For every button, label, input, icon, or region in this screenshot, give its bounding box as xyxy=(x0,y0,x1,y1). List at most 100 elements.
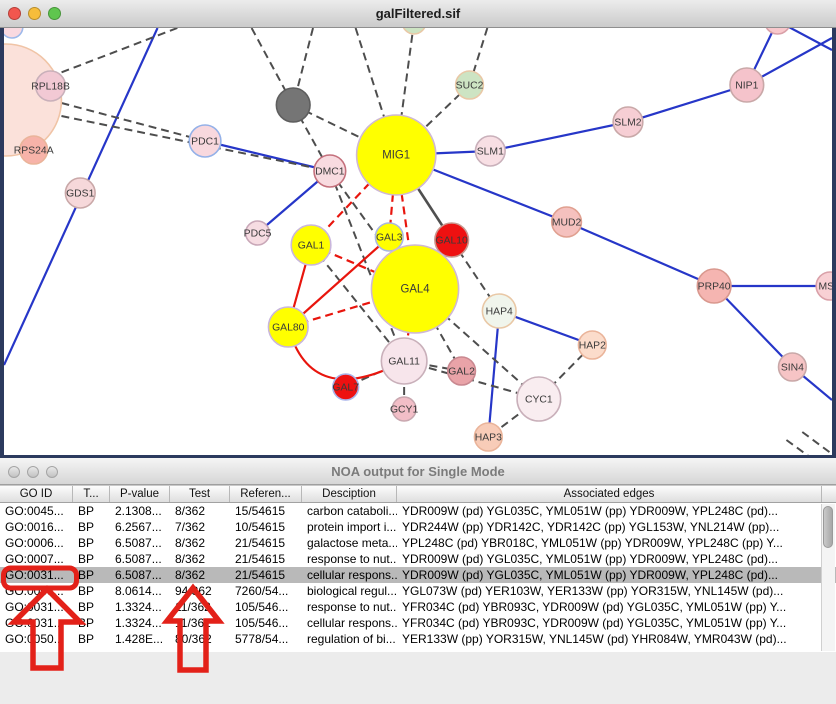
noa-window-titlebar[interactable]: NOA output for Single Mode xyxy=(0,458,836,485)
table-cell[interactable]: 10/54615 xyxy=(230,519,302,535)
table-row[interactable]: GO:0065...BP8.0614...94/3627260/54...bio… xyxy=(0,583,836,599)
graph-node-GAL4[interactable]: GAL4 xyxy=(371,245,458,333)
table-cell[interactable]: response to nut... xyxy=(302,551,397,567)
table-row[interactable]: GO:0031...BP1.3324...11/362105/546...cel… xyxy=(0,615,836,631)
table-cell[interactable]: GO:0031... xyxy=(0,615,73,631)
graph-node-DMC1[interactable]: DMC1 xyxy=(314,155,346,187)
table-cell[interactable]: cellular respons... xyxy=(302,615,397,631)
table-cell[interactable]: BP xyxy=(73,599,110,615)
table-cell[interactable]: 1.3324... xyxy=(110,615,170,631)
vertical-scrollbar[interactable] xyxy=(821,504,835,651)
graph-node-HAP3[interactable]: HAP3 xyxy=(474,423,502,451)
table-row[interactable]: GO:0031...BP1.3324...11/362105/546...res… xyxy=(0,599,836,615)
table-row[interactable]: GO:0045...BP2.1308...8/36215/54615carbon… xyxy=(0,503,836,519)
table-row[interactable]: GO:0006...BP6.5087...8/36221/54615galact… xyxy=(0,535,836,551)
table-cell[interactable]: protein import i... xyxy=(302,519,397,535)
table-cell[interactable]: BP xyxy=(73,583,110,599)
table-cell[interactable]: 7/362 xyxy=(170,519,230,535)
table-cell[interactable]: 80/362 xyxy=(170,631,230,647)
graph-node-GAL1[interactable]: GAL1 xyxy=(291,225,331,265)
table-cell[interactable]: 8/362 xyxy=(170,535,230,551)
table-cell[interactable]: GO:0045... xyxy=(0,503,73,519)
table-cell[interactable]: 11/362 xyxy=(170,599,230,615)
table-cell[interactable]: 11/362 xyxy=(170,615,230,631)
graph-node-GDS1[interactable]: GDS1 xyxy=(65,178,95,208)
table-cell[interactable]: 21/54615 xyxy=(230,567,302,583)
graph-node-GAL11[interactable]: GAL11 xyxy=(381,338,427,384)
graph-node-pinkpartial[interactable] xyxy=(765,28,791,34)
table-cell[interactable]: YDR009W (pd) YGL035C, YML051W (pp) YDR00… xyxy=(397,567,822,583)
table-cell[interactable]: BP xyxy=(73,567,110,583)
graph-node-PDC1[interactable]: PDC1 xyxy=(189,125,221,157)
graph-node-GAL2[interactable]: GAL2 xyxy=(448,357,476,385)
graph-node-HAP2[interactable]: HAP2 xyxy=(578,331,606,359)
table-cell[interactable]: response to nut... xyxy=(302,599,397,615)
table-cell[interactable]: 8/362 xyxy=(170,551,230,567)
table-cell[interactable]: 6.5087... xyxy=(110,567,170,583)
graph-window-titlebar[interactable]: galFiltered.sif xyxy=(0,0,836,28)
graph-node-GAL80[interactable]: GAL80 xyxy=(268,307,308,347)
graph-node-GCY1[interactable]: GCY1 xyxy=(390,397,418,421)
table-cell[interactable]: GO:0007... xyxy=(0,551,73,567)
graph-node-graynode[interactable] xyxy=(276,88,310,122)
table-cell[interactable]: YER133W (pp) YOR315W, YNL145W (pd) YHR08… xyxy=(397,631,822,647)
column-header-associated-edges[interactable]: Associated edges xyxy=(397,486,822,502)
column-header-p-value[interactable]: P-value xyxy=(110,486,170,502)
graph-node-SIN4[interactable]: SIN4 xyxy=(779,353,807,381)
table-cell[interactable]: biological regul... xyxy=(302,583,397,599)
column-header-go-id[interactable]: GO ID xyxy=(0,486,73,502)
table-cell[interactable]: BP xyxy=(73,503,110,519)
graph-node-partial-topleft[interactable] xyxy=(4,28,23,38)
column-header-test[interactable]: Test xyxy=(170,486,230,502)
table-cell[interactable]: 1.3324... xyxy=(110,599,170,615)
table-cell[interactable]: GO:0006... xyxy=(0,535,73,551)
table-cell[interactable]: 94/362 xyxy=(170,583,230,599)
table-cell[interactable]: 1.428E... xyxy=(110,631,170,647)
table-cell[interactable]: YFR034C (pd) YBR093C, YDR009W (pd) YGL03… xyxy=(397,599,822,615)
graph-node-GAL7[interactable]: GAL7 xyxy=(332,374,359,400)
table-cell[interactable]: YFR034C (pd) YBR093C, YDR009W (pd) YGL03… xyxy=(397,615,822,631)
table-cell[interactable]: 7260/54... xyxy=(230,583,302,599)
table-cell[interactable]: regulation of bi... xyxy=(302,631,397,647)
table-cell[interactable]: BP xyxy=(73,551,110,567)
scrollbar-thumb[interactable] xyxy=(823,506,833,548)
graph-node-PRP40[interactable]: PRP40 xyxy=(697,269,731,303)
table-cell[interactable]: 105/546... xyxy=(230,599,302,615)
graph-node-CYC1[interactable]: CYC1 xyxy=(517,377,561,421)
table-cell[interactable]: 8.0614... xyxy=(110,583,170,599)
column-header-desciption[interactable]: Desciption xyxy=(302,486,397,502)
graph-node-MSN[interactable]: MSN xyxy=(816,272,832,300)
table-cell[interactable]: galactose meta... xyxy=(302,535,397,551)
table-cell[interactable]: 6.5087... xyxy=(110,551,170,567)
graph-node-SLM1[interactable]: SLM1 xyxy=(475,136,505,166)
graph-node-greenpartial[interactable] xyxy=(402,28,426,34)
table-cell[interactable]: GO:0031... xyxy=(0,567,73,583)
table-row[interactable]: GO:0031...BP6.5087...8/36221/54615cellul… xyxy=(0,567,836,583)
graph-node-GAL3[interactable]: GAL3 xyxy=(375,223,403,251)
table-row[interactable]: GO:0016...BP6.2567...7/36210/54615protei… xyxy=(0,519,836,535)
column-header-t-[interactable]: T... xyxy=(73,486,110,502)
table-cell[interactable]: 6.2567... xyxy=(110,519,170,535)
table-cell[interactable]: 21/54615 xyxy=(230,551,302,567)
table-row[interactable]: GO:0050...BP1.428E...80/3625778/54...reg… xyxy=(0,631,836,647)
graph-node-HAP4[interactable]: HAP4 xyxy=(482,294,516,328)
table-cell[interactable]: YDR009W (pd) YGL035C, YML051W (pp) YDR00… xyxy=(397,551,822,567)
network-canvas[interactable]: RPL18BRPS24AGDS1PDC1DMC1MIG1SUC2SLM1SLM2… xyxy=(0,28,836,458)
table-cell[interactable]: YDR244W (pp) YDR142C, YDR142C (pp) YGL15… xyxy=(397,519,822,535)
table-cell[interactable]: 2.1308... xyxy=(110,503,170,519)
table-cell[interactable]: BP xyxy=(73,535,110,551)
table-cell[interactable]: GO:0050... xyxy=(0,631,73,647)
table-cell[interactable]: carbon cataboli... xyxy=(302,503,397,519)
table-cell[interactable]: YDR009W (pd) YGL035C, YML051W (pp) YDR00… xyxy=(397,503,822,519)
table-cell[interactable]: 105/546... xyxy=(230,615,302,631)
table-cell[interactable]: 8/362 xyxy=(170,503,230,519)
table-cell[interactable]: BP xyxy=(73,615,110,631)
graph-node-SLM2[interactable]: SLM2 xyxy=(613,107,643,137)
table-cell[interactable]: 6.5087... xyxy=(110,535,170,551)
table-cell[interactable]: 5778/54... xyxy=(230,631,302,647)
graph-node-MIG1[interactable]: MIG1 xyxy=(357,115,436,195)
table-cell[interactable]: 15/54615 xyxy=(230,503,302,519)
column-header-referen-[interactable]: Referen... xyxy=(230,486,302,502)
graph-node-SUC2[interactable]: SUC2 xyxy=(456,71,484,99)
table-cell[interactable]: BP xyxy=(73,519,110,535)
